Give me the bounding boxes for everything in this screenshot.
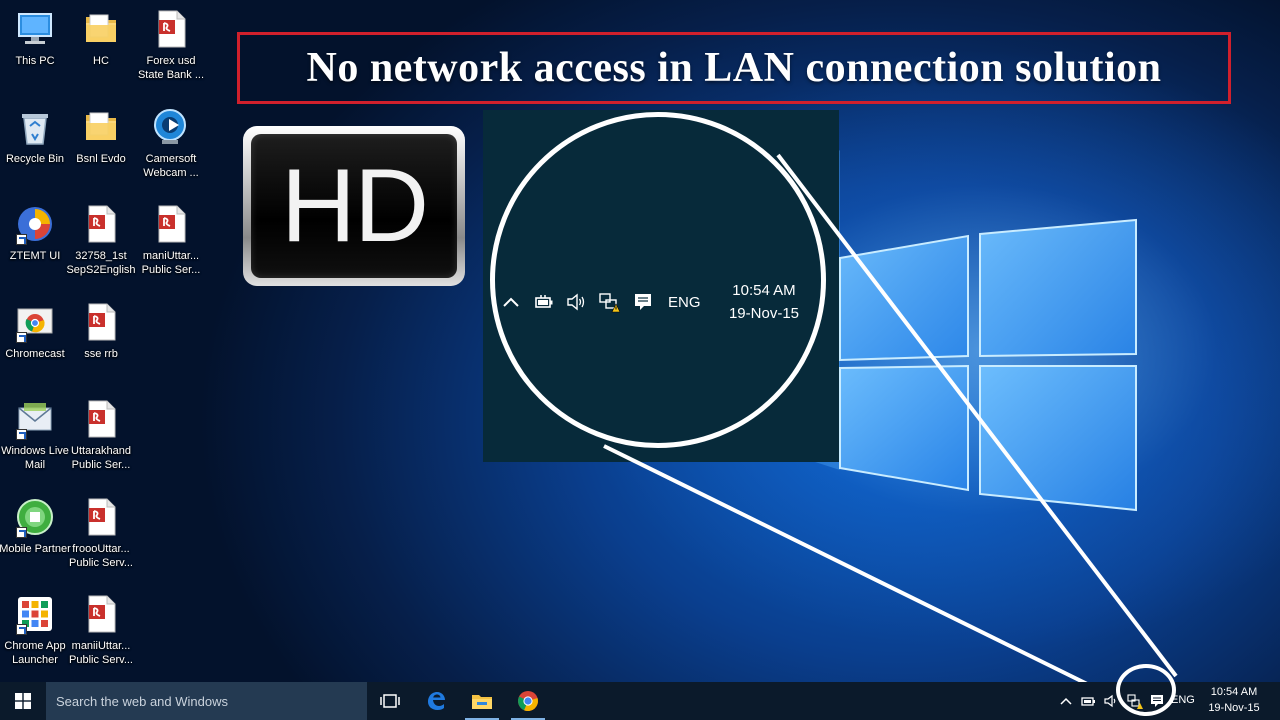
desktop-icon-label: maniUttar... Public Ser... (141, 250, 201, 276)
zoom-circle (490, 112, 826, 448)
pdf-document-icon (80, 203, 122, 245)
window-logo-pane-bottom-left (839, 364, 969, 492)
desktop-icon[interactable]: Camersoft Webcam ... (133, 106, 209, 180)
desktop-icon[interactable]: 32758_1st SepS2English (63, 203, 139, 277)
battery-icon[interactable] (533, 291, 555, 313)
file-explorer-icon (472, 695, 492, 709)
search-input[interactable]: Search the web and Windows (46, 682, 367, 720)
taskbar: Search the web and Windows ENG 10:54 AM … (0, 682, 1280, 720)
desktop-icon-label: Camersoft Webcam ... (143, 153, 199, 179)
edge-button[interactable] (413, 682, 459, 720)
folder-icon (80, 8, 122, 50)
edge-icon (428, 692, 445, 710)
shortcut-arrow-icon (16, 234, 27, 245)
pdf-document-icon (150, 203, 192, 245)
folder-icon (80, 106, 122, 148)
pdf-document-icon (80, 301, 122, 343)
volume-icon[interactable] (565, 291, 587, 313)
desktop-icon[interactable]: sse rrb (63, 301, 139, 361)
desktop-icon[interactable]: Forex usd State Bank ... (133, 8, 209, 82)
desktop-icon-label: HC (93, 55, 109, 67)
zoom-language-indicator[interactable]: ENG (668, 294, 701, 311)
chromecast-icon (14, 301, 56, 343)
pdf-document-icon (150, 8, 192, 50)
pdf-document-icon (80, 496, 122, 538)
desktop-icon-label: maniiUttar... Public Serv... (69, 640, 133, 666)
tray-chevron-up-icon[interactable] (1058, 693, 1074, 709)
action-center-icon[interactable] (632, 291, 654, 313)
chevron-up-icon[interactable] (500, 291, 522, 313)
shortcut-arrow-icon (16, 624, 27, 635)
tray-battery-icon[interactable] (1081, 693, 1097, 709)
tray-clock-date[interactable]: 19-Nov-15 (1206, 702, 1262, 714)
chrome-icon (518, 691, 538, 712)
shortcut-arrow-icon (16, 332, 27, 343)
desktop-icon[interactable]: Uttarakhand Public Ser... (63, 398, 139, 472)
tray-highlight-circle (1116, 664, 1176, 716)
network-warning-icon[interactable] (598, 291, 620, 313)
desktop-icon[interactable]: HC (63, 8, 139, 68)
window-logo-pane-bottom-right (979, 365, 1137, 512)
pdf-document-icon (80, 398, 122, 440)
mail-icon (14, 398, 56, 440)
task-view-icon (380, 694, 400, 708)
shortcut-arrow-icon (16, 527, 27, 538)
title-banner: No network access in LAN connection solu… (237, 32, 1231, 104)
shortcut-arrow-icon (16, 429, 27, 440)
desktop-icon[interactable]: froooUttar... Public Serv... (63, 496, 139, 570)
desktop-icon[interactable]: maniiUttar... Public Serv... (63, 593, 139, 667)
pdf-document-icon (80, 593, 122, 635)
zoom-clock-date[interactable]: 19-Nov-15 (716, 305, 812, 322)
desktop-icon[interactable]: maniUttar... Public Ser... (133, 203, 209, 277)
hd-badge-label: HD (251, 134, 457, 278)
chrome-button[interactable] (505, 682, 551, 720)
webcam-icon (150, 106, 192, 148)
banner-title: No network access in LAN connection solu… (306, 45, 1162, 91)
desktop-icon-label: 32758_1st SepS2English (66, 250, 136, 276)
window-logo-pane-top-left (839, 234, 969, 362)
recycle-bin-icon (14, 106, 56, 148)
app-launcher-icon (14, 593, 56, 635)
task-view-button[interactable] (367, 682, 413, 720)
app-swirl-icon (14, 203, 56, 245)
desktop-icon-label: froooUttar... Public Serv... (69, 543, 133, 569)
mobile-partner-icon (14, 496, 56, 538)
search-placeholder: Search the web and Windows (56, 693, 228, 709)
tray-clock-time[interactable]: 10:54 AM (1206, 686, 1262, 698)
windows-logo-icon (15, 693, 31, 709)
desktop-icon[interactable]: Bsnl Evdo (63, 106, 139, 166)
desktop-icon-label: Forex usd State Bank ... (137, 55, 205, 81)
desktop-icon-label: Bsnl Evdo (76, 153, 126, 165)
pc-icon (14, 8, 56, 50)
desktop-icon-label: Uttarakhand Public Ser... (71, 445, 131, 471)
zoom-clock-time[interactable]: 10:54 AM (716, 282, 812, 299)
desktop-icon-label: sse rrb (84, 348, 118, 360)
hd-badge: HD (243, 126, 465, 286)
file-explorer-button[interactable] (459, 682, 505, 720)
window-logo-pane-top-right (979, 218, 1137, 358)
start-button[interactable] (0, 682, 46, 720)
